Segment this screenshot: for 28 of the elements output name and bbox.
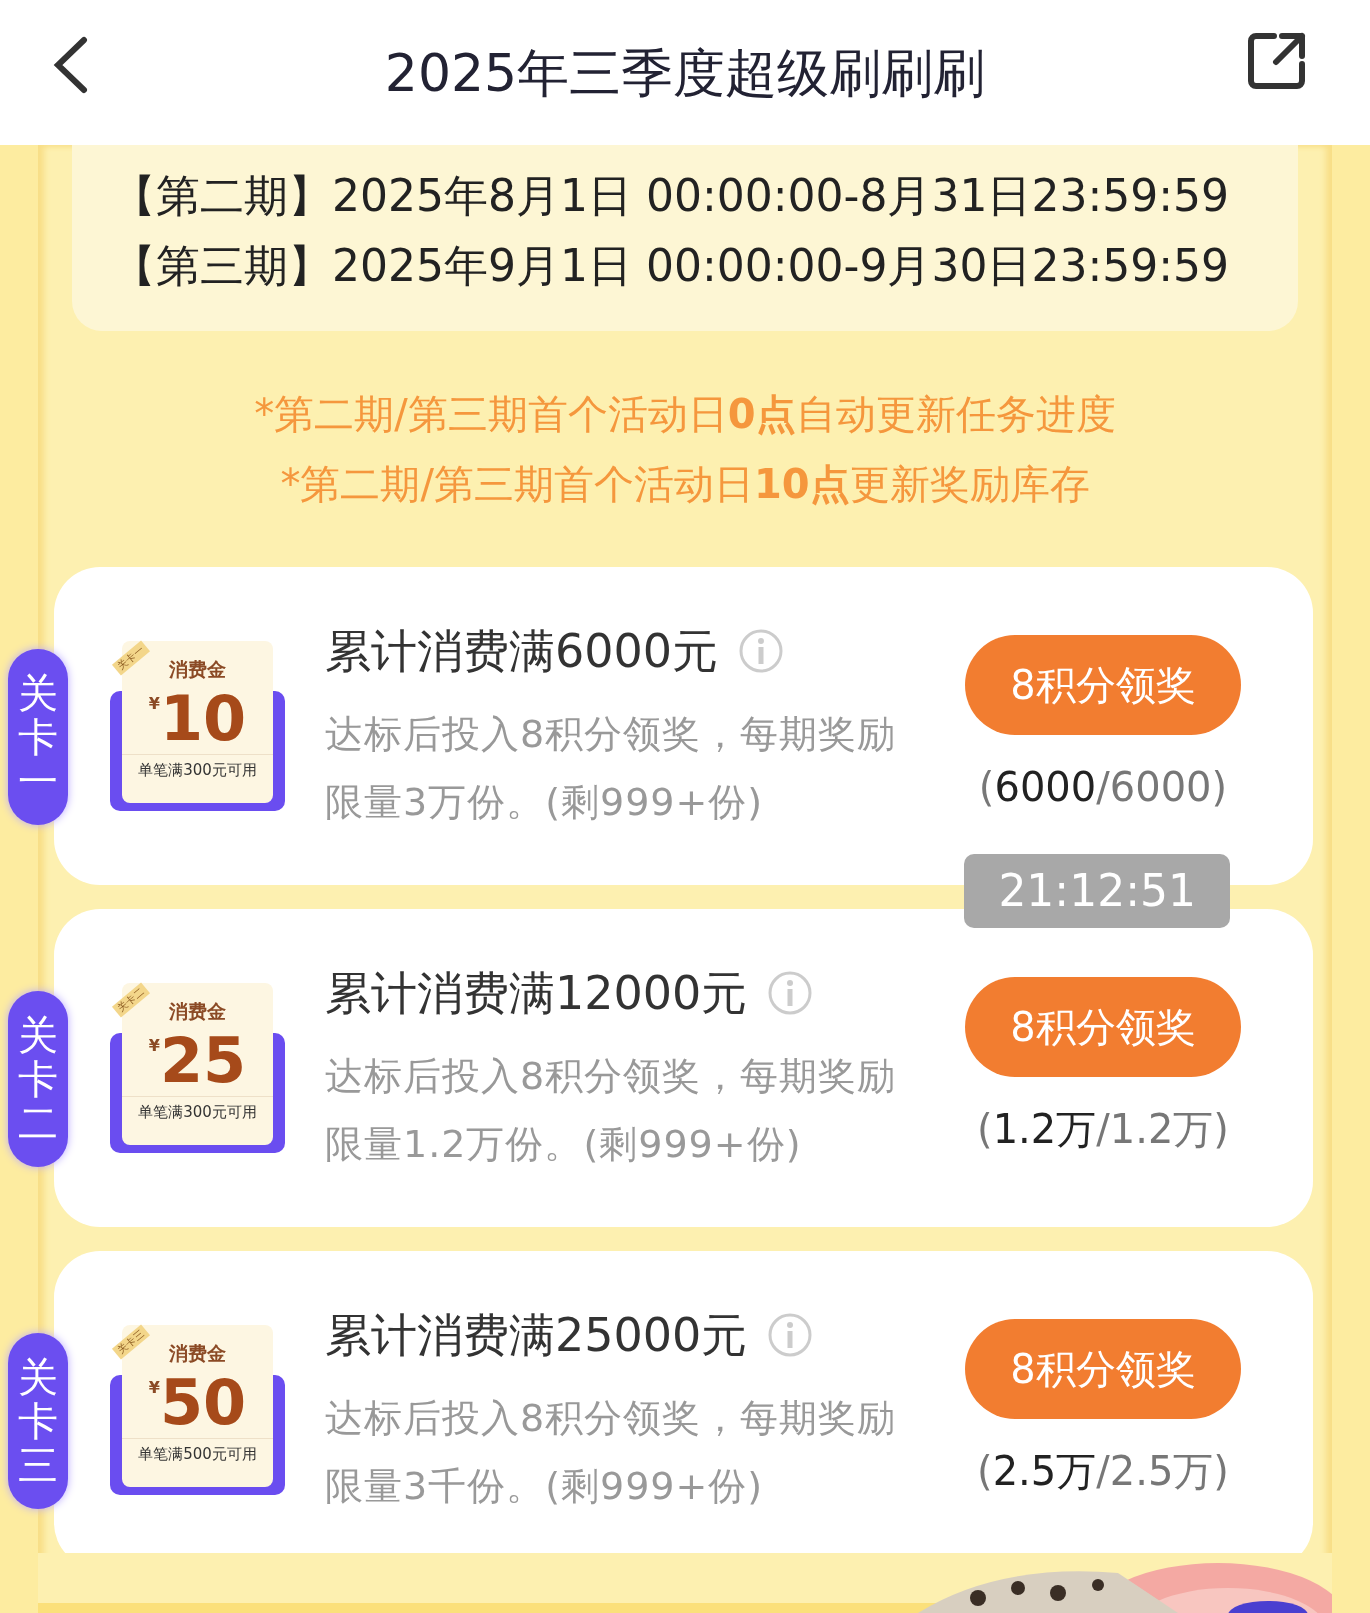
claim-button[interactable]: 8积分领奖 <box>965 1319 1241 1419</box>
task-description: 达标后投入8积分领奖，每期奖励限量3千份。(剩999+份) <box>325 1394 898 1510</box>
stage-tab[interactable]: 关卡一 <box>8 649 68 825</box>
period-text: 【第三期】2025年9月1日 00:00:00-9月30日23:59:59 <box>112 239 1231 293</box>
coupon-drawing: 消费金 ¥25 单笔满300元可用 关卡二 <box>110 983 285 1153</box>
claim-button[interactable]: 8积分领奖 <box>965 635 1241 735</box>
progress-text: (2.5万/2.5万) <box>976 1447 1230 1496</box>
task-title: 累计消费满6000元 <box>325 622 719 680</box>
info-icon[interactable] <box>738 628 785 674</box>
stage-tab[interactable]: 关卡二 <box>8 991 68 1167</box>
notice-text: *第二期/第三期首个活动日0点自动更新任务进度 <box>253 390 1117 439</box>
page-title: 2025年三季度超级刷刷刷 <box>384 41 986 105</box>
task-description: 达标后投入8积分领奖，每期奖励限量3万份。(剩999+份) <box>325 710 898 826</box>
stage-tab[interactable]: 关卡三 <box>8 1333 68 1509</box>
coupon-drawing: 消费金 ¥50 单笔满500元可用 关卡三 <box>110 1325 285 1495</box>
task-title: 累计消费满12000元 <box>325 964 748 1022</box>
claim-button[interactable]: 8积分领奖 <box>965 977 1241 1077</box>
coupon-drawing: 消费金 ¥10 单笔满300元可用 关卡一 <box>110 641 285 811</box>
share-icon[interactable] <box>1246 30 1308 92</box>
info-icon[interactable] <box>767 970 814 1016</box>
period-text: 【第二期】2025年8月1日 00:00:00-8月31日23:59:59 <box>112 169 1231 223</box>
task-description: 达标后投入8积分领奖，每期奖励限量1.2万份。(剩999+份) <box>325 1052 898 1168</box>
info-icon[interactable] <box>767 1312 814 1358</box>
progress-text: (6000/6000) <box>977 763 1229 812</box>
back-icon[interactable] <box>52 36 88 94</box>
timestamp-toast: 21:12:51 <box>964 854 1230 928</box>
task-title: 累计消费满25000元 <box>325 1306 748 1364</box>
progress-text: (1.2万/1.2万) <box>976 1105 1230 1154</box>
